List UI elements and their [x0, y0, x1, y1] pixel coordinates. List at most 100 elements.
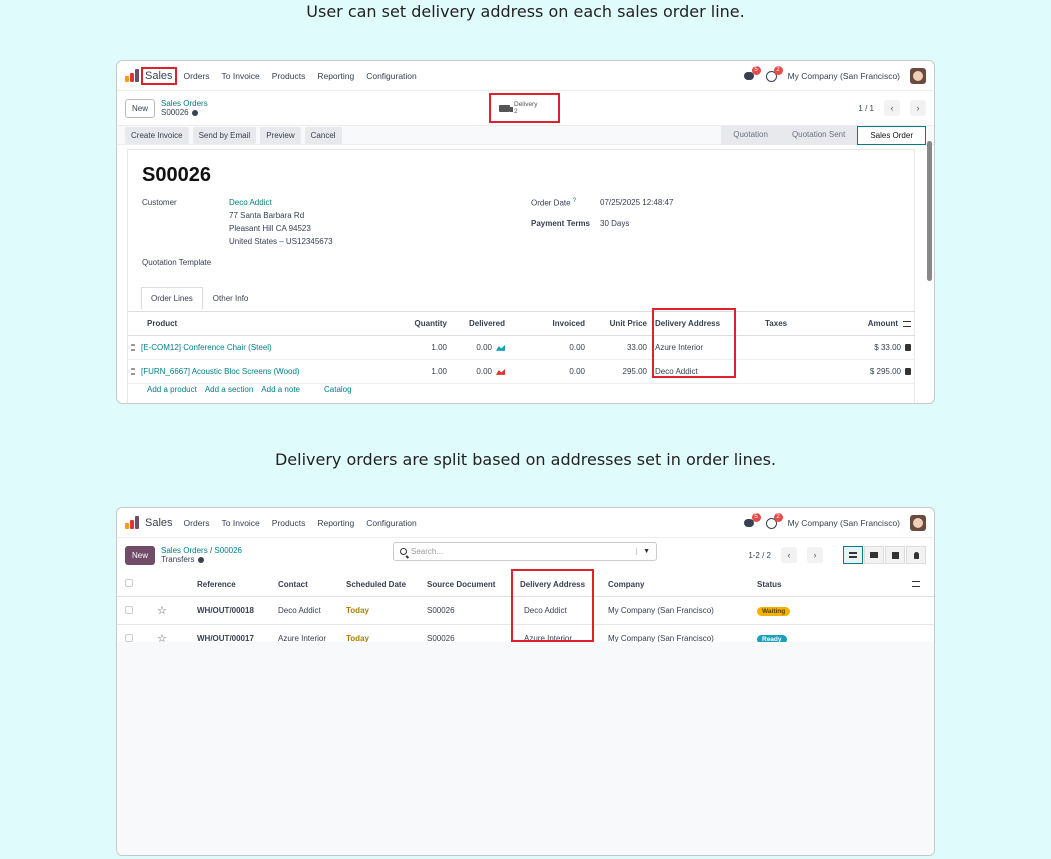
- new-button[interactable]: New: [125, 98, 156, 118]
- line-unit-price[interactable]: 33.00: [589, 335, 651, 360]
- row-checkbox[interactable]: [117, 596, 153, 625]
- col-taxes[interactable]: Taxes: [735, 311, 815, 336]
- menu-to-invoice[interactable]: To Invoice: [222, 518, 260, 528]
- stage-sales-order[interactable]: Sales Order: [857, 125, 926, 145]
- col-scheduled-date[interactable]: Scheduled Date: [342, 572, 423, 597]
- menu-orders[interactable]: Orders: [184, 71, 210, 81]
- forecast-chart-icon[interactable]: [496, 368, 505, 375]
- preview-button[interactable]: Preview: [260, 126, 301, 144]
- col-status[interactable]: Status: [753, 572, 903, 597]
- tab-other-info[interactable]: Other Info: [203, 287, 259, 310]
- payment-terms-field[interactable]: 30 Days: [600, 217, 629, 230]
- line-taxes[interactable]: [735, 335, 815, 360]
- chevron-left-icon[interactable]: ‹: [781, 547, 797, 563]
- breadcrumb-sales-orders[interactable]: Sales Orders: [161, 546, 208, 555]
- company-switcher[interactable]: My Company (San Francisco): [788, 71, 900, 81]
- col-reference[interactable]: Reference: [193, 572, 274, 597]
- chevron-right-icon[interactable]: ›: [807, 547, 823, 563]
- create-invoice-button[interactable]: Create Invoice: [125, 126, 189, 144]
- table-row[interactable]: [FURN_6667] Acoustic Bloc Screens (Wood)…: [127, 359, 915, 384]
- col-unit-price[interactable]: Unit Price: [589, 311, 651, 336]
- table-row[interactable]: [E-COM12] Conference Chair (Steel) 1.00 …: [127, 335, 915, 360]
- star-icon[interactable]: ☆: [153, 596, 193, 625]
- user-avatar[interactable]: [910, 514, 926, 531]
- menu-configuration[interactable]: Configuration: [366, 518, 417, 528]
- trash-icon[interactable]: [905, 368, 911, 376]
- col-amount[interactable]: Amount: [815, 311, 915, 336]
- menu-configuration[interactable]: Configuration: [366, 71, 417, 81]
- col-contact[interactable]: Contact: [274, 572, 342, 597]
- optional-columns-icon[interactable]: [903, 320, 911, 327]
- app-name-sales[interactable]: Sales: [143, 516, 175, 530]
- add-line-links: Add a product Add a section Add a note C…: [147, 385, 352, 394]
- kanban-view-icon[interactable]: [864, 546, 884, 564]
- chevron-right-icon[interactable]: ›: [910, 100, 926, 116]
- line-taxes[interactable]: [735, 359, 815, 384]
- activities-icon[interactable]: 2: [765, 512, 783, 529]
- sales-logo-icon[interactable]: [125, 516, 139, 529]
- add-section-link[interactable]: Add a section: [205, 385, 253, 394]
- pager-value[interactable]: 1-2 / 2: [748, 551, 771, 560]
- add-product-link[interactable]: Add a product: [147, 385, 197, 394]
- caret-down-icon[interactable]: ▼: [636, 548, 650, 555]
- cancel-button[interactable]: Cancel: [304, 126, 342, 144]
- breadcrumb-sales-orders[interactable]: Sales Orders: [161, 99, 208, 108]
- control-panel: New Sales Orders S00026 Delivery 2 1 / 1 …: [117, 91, 934, 125]
- menu-reporting[interactable]: Reporting: [317, 71, 354, 81]
- messages-icon[interactable]: 5: [743, 512, 761, 528]
- customer-label: Customer: [142, 198, 177, 207]
- col-delivered[interactable]: Delivered: [451, 311, 509, 336]
- calendar-view-icon[interactable]: [885, 546, 905, 564]
- forecast-chart-icon[interactable]: [496, 344, 505, 351]
- user-avatar[interactable]: [910, 67, 926, 84]
- new-button[interactable]: New: [125, 545, 156, 565]
- send-by-email-button[interactable]: Send by Email: [192, 126, 257, 144]
- chevron-left-icon[interactable]: ‹: [884, 100, 900, 116]
- line-product[interactable]: [FURN_6667] Acoustic Bloc Screens (Wood): [127, 359, 389, 384]
- map-view-icon[interactable]: [906, 546, 926, 564]
- order-date-field[interactable]: 07/25/2025 12:48:47: [600, 196, 673, 209]
- line-quantity[interactable]: 1.00: [389, 335, 451, 360]
- optional-columns-toggle[interactable]: [903, 572, 934, 597]
- col-product[interactable]: Product: [127, 311, 389, 336]
- line-unit-price[interactable]: 295.00: [589, 359, 651, 384]
- stage-quotation[interactable]: Quotation: [721, 125, 780, 145]
- line-quantity[interactable]: 1.00: [389, 359, 451, 384]
- drag-handle-icon[interactable]: [131, 368, 135, 376]
- search-input[interactable]: Search... ▼: [393, 542, 657, 561]
- col-quantity[interactable]: Quantity: [389, 311, 451, 336]
- gear-icon[interactable]: [191, 109, 198, 116]
- trash-icon[interactable]: [905, 344, 911, 352]
- catalog-link[interactable]: Catalog: [324, 385, 352, 394]
- company-switcher[interactable]: My Company (San Francisco): [788, 518, 900, 528]
- stage-quotation-sent[interactable]: Quotation Sent: [779, 125, 858, 145]
- activities-icon[interactable]: 2: [765, 65, 783, 82]
- delivery-smart-button[interactable]: Delivery 2: [489, 93, 560, 123]
- list-view-icon[interactable]: [843, 546, 863, 564]
- menu-reporting[interactable]: Reporting: [317, 518, 354, 528]
- select-all-checkbox[interactable]: [117, 572, 153, 597]
- pager-value[interactable]: 1 / 1: [858, 104, 874, 113]
- menu-products[interactable]: Products: [272, 518, 306, 528]
- customer-field[interactable]: Deco Addict 77 Santa Barbara Rd Pleasant…: [229, 196, 333, 248]
- line-product[interactable]: [E-COM12] Conference Chair (Steel): [127, 335, 389, 360]
- customer-name[interactable]: Deco Addict: [229, 196, 333, 209]
- tab-order-lines[interactable]: Order Lines: [141, 287, 203, 310]
- col-invoiced[interactable]: Invoiced: [509, 311, 589, 336]
- help-icon[interactable]: ?: [573, 198, 576, 204]
- add-note-link[interactable]: Add a note: [261, 385, 300, 394]
- breadcrumb-order[interactable]: S00026: [214, 546, 242, 555]
- gear-icon[interactable]: [197, 556, 204, 563]
- drag-handle-icon[interactable]: [131, 344, 135, 352]
- app-name-sales[interactable]: Sales: [141, 66, 177, 85]
- col-source-document[interactable]: Source Document: [423, 572, 516, 597]
- col-company[interactable]: Company: [604, 572, 753, 597]
- sales-logo-icon[interactable]: [125, 69, 139, 82]
- messages-icon[interactable]: 5: [743, 65, 761, 81]
- line-delivered: 0.00: [451, 335, 509, 360]
- menu-products[interactable]: Products: [272, 71, 306, 81]
- scrollbar[interactable]: [927, 141, 932, 281]
- optional-columns-icon[interactable]: [912, 581, 920, 588]
- menu-orders[interactable]: Orders: [184, 518, 210, 528]
- menu-to-invoice[interactable]: To Invoice: [222, 71, 260, 81]
